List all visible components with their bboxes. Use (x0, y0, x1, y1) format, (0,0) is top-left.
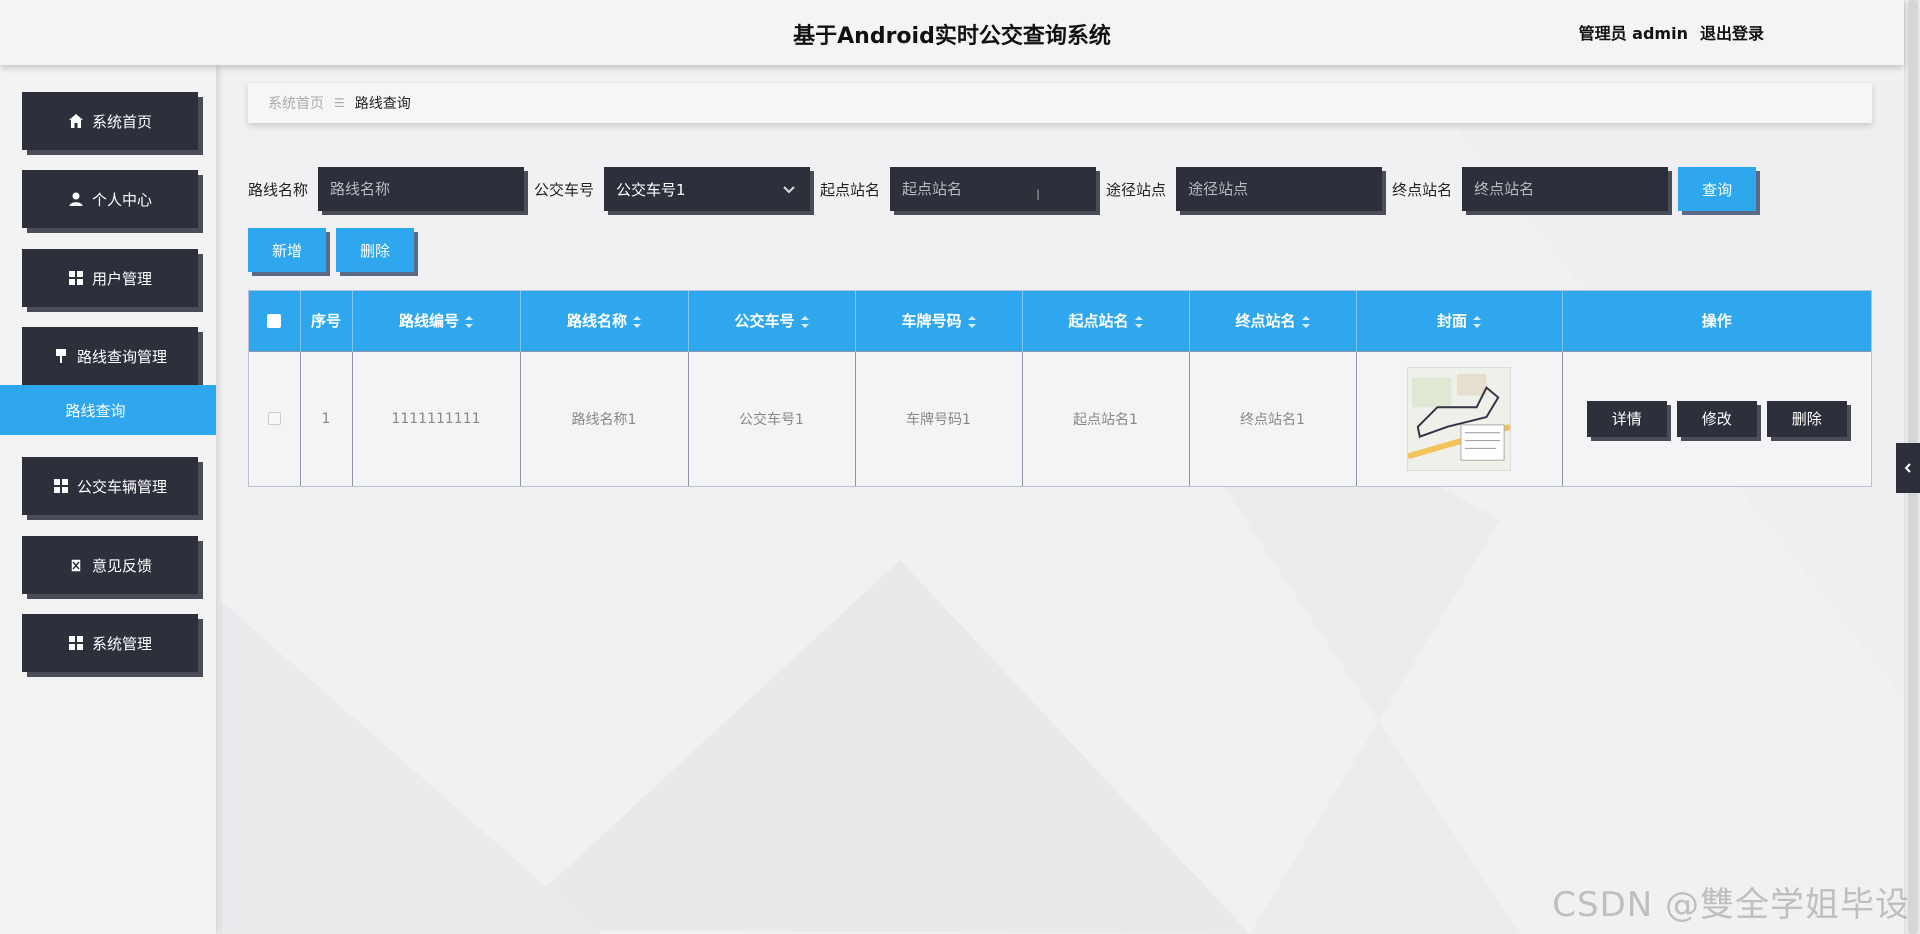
select-all-cell (249, 291, 301, 351)
sidebar-item-home[interactable]: 系统首页 (22, 92, 198, 150)
column-header[interactable]: 封面 (1356, 291, 1563, 351)
side-panel-toggle[interactable] (1896, 443, 1920, 493)
sort-icon[interactable] (967, 315, 976, 328)
row-select-cell (249, 350, 301, 486)
bus-no-selected: 公交车号1 (616, 180, 686, 199)
add-button[interactable]: 新增 (248, 228, 326, 272)
clipboard-icon (70, 558, 82, 573)
start-station-input[interactable] (890, 167, 1097, 211)
sort-icon[interactable] (633, 315, 641, 328)
sidebar-item-label: 公交车辆管理 (76, 477, 167, 496)
breadcrumb-current: 路线查询 (354, 96, 411, 112)
sort-icon[interactable] (465, 315, 473, 328)
column-header[interactable]: 终点站名 (1189, 291, 1357, 351)
grid-icon (68, 271, 83, 285)
select-all-checkbox[interactable] (267, 314, 282, 329)
cell-route-name: 路线名称1 (520, 350, 689, 486)
search-bar: 路线名称 公交车号 公交车号1 起点站名 途径站点 终点站名 查询 (248, 166, 1757, 212)
watermark: CSDN @雙全学姐毕设 (1552, 885, 1910, 925)
cell-end: 终点站名1 (1189, 350, 1357, 486)
chevron-left-icon (1904, 463, 1911, 473)
bus-no-label: 公交车号 (534, 180, 595, 199)
sidebar-item-label: 用户管理 (91, 269, 152, 288)
column-header[interactable]: 公交车号 (688, 291, 856, 351)
detail-button[interactable]: 详情 (1586, 400, 1667, 437)
table-row: 1 1111111111 路线名称1 公交车号1 车牌号码1 起点站名1 终点站… (249, 350, 1871, 486)
chevron-down-icon (783, 186, 795, 194)
grid-icon (68, 636, 83, 650)
sidebar: 系统首页 个人中心 用户管理 路线查询管理 路线查询 公交车辆管理 意见反馈 系… (0, 65, 216, 934)
sidebar-item-users[interactable]: 用户管理 (22, 249, 198, 307)
route-table: 序号 路线编号 路线名称 公交车号 车牌号码 起点站名 终点站名 封面 操作 1… (248, 290, 1872, 487)
cell-cover (1356, 350, 1563, 486)
column-header: 操作 (1701, 312, 1732, 331)
home-icon (68, 114, 83, 128)
sidebar-item-bus-management[interactable]: 公交车辆管理 (22, 457, 198, 515)
bus-no-select[interactable]: 公交车号1 (604, 167, 811, 211)
via-station-input[interactable] (1176, 167, 1383, 211)
top-header: 基于Android实时公交查询系统 管理员 admin 退出登录 (0, 0, 1904, 65)
route-name-input[interactable] (318, 167, 525, 211)
sidebar-item-label: 系统首页 (91, 112, 152, 131)
sidebar-item-feedback[interactable]: 意见反馈 (22, 536, 198, 594)
end-station-input[interactable] (1462, 167, 1669, 211)
column-header[interactable]: 起点站名 (1022, 291, 1190, 351)
sidebar-item-system[interactable]: 系统管理 (22, 614, 198, 672)
batch-delete-button[interactable]: 删除 (336, 228, 414, 272)
end-station-label: 终点站名 (1392, 180, 1453, 199)
sidebar-item-label: 系统管理 (91, 634, 152, 653)
user-icon (69, 192, 83, 206)
sort-icon[interactable] (1134, 315, 1143, 328)
edit-button[interactable]: 修改 (1676, 400, 1757, 437)
sort-icon[interactable] (800, 315, 809, 328)
query-button[interactable]: 查询 (1678, 167, 1757, 211)
via-station-label: 途径站点 (1106, 180, 1167, 199)
sidebar-item-label: 意见反馈 (91, 556, 152, 575)
sidebar-item-label: 路线查询管理 (76, 347, 167, 366)
column-header: 序号 (300, 291, 353, 351)
sort-icon[interactable] (1301, 315, 1310, 328)
breadcrumb-separator: ☰ (334, 96, 345, 110)
sidebar-item-label: 个人中心 (91, 190, 152, 209)
cell-index: 1 (300, 350, 353, 486)
column-header[interactable]: 车牌号码 (855, 291, 1023, 351)
sort-icon[interactable] (1473, 315, 1481, 328)
column-header[interactable]: 路线编号 (352, 291, 521, 351)
user-label: 管理员 admin (1578, 24, 1688, 43)
sidebar-item-personal[interactable]: 个人中心 (22, 170, 198, 228)
user-area: 管理员 admin 退出登录 (1579, 20, 1764, 44)
action-bar: 新增 删除 (248, 228, 414, 272)
cell-plate: 车牌号码1 (855, 350, 1023, 486)
breadcrumb: 系统首页 ☰ 路线查询 (248, 83, 1872, 123)
logout-link[interactable]: 退出登录 (1700, 20, 1764, 44)
cell-operations: 详情 修改 删除 (1562, 350, 1871, 486)
sidebar-subitem-route-query[interactable]: 路线查询 (0, 385, 216, 435)
table-header-row: 序号 路线编号 路线名称 公交车号 车牌号码 起点站名 终点站名 封面 操作 (249, 291, 1871, 351)
cell-bus-no: 公交车号1 (688, 350, 856, 486)
row-checkbox[interactable] (267, 412, 281, 426)
cell-route-code: 1111111111 (352, 350, 521, 486)
text-cursor-icon: I (1036, 188, 1041, 204)
column-header[interactable]: 路线名称 (520, 291, 689, 351)
pin-icon (55, 349, 66, 363)
breadcrumb-home[interactable]: 系统首页 (268, 93, 324, 113)
start-station-label: 起点站名 (820, 180, 881, 199)
cover-map-image[interactable] (1407, 366, 1511, 471)
delete-button[interactable]: 删除 (1766, 400, 1847, 437)
cell-start: 起点站名1 (1022, 350, 1190, 486)
sidebar-item-route-management[interactable]: 路线查询管理 (22, 327, 198, 385)
grid-icon (53, 479, 68, 493)
route-name-label: 路线名称 (248, 180, 309, 199)
